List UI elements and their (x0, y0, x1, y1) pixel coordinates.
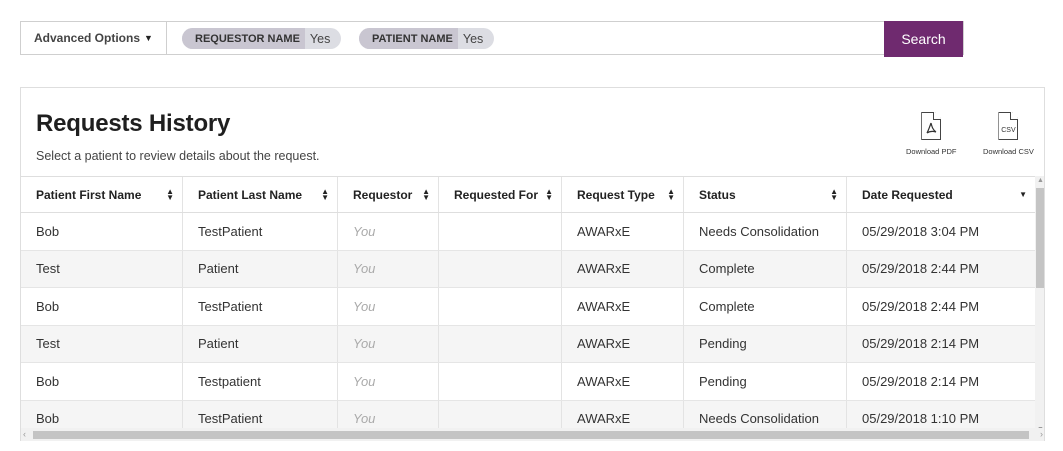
sort-icon[interactable]: ▲ ▼ (667, 187, 675, 201)
sort-icon[interactable]: ▲ ▼ (321, 187, 329, 201)
download-pdf-button[interactable]: Download PDF (906, 112, 956, 156)
table-cell: AWARxE (562, 250, 684, 287)
table-body: Bob TestPatient You AWARxE Needs Consolidati… (21, 213, 1035, 438)
chip-key: REQUESTOR NAME (182, 28, 305, 49)
table-cell: Complete (684, 250, 847, 287)
table-row[interactable]: Test Patient You AWARxE Complete 05/29/2018 2… (21, 250, 1035, 288)
filter-chip-requestor-name[interactable]: REQUESTOR NAME Yes (182, 28, 342, 49)
table-header: Patient First Name ▲ ▼ Patient Last Name ▲ ▼ R… (21, 176, 1035, 213)
column-header[interactable]: Date Requested ▼ (847, 177, 1035, 212)
column-header[interactable]: Request Type ▲ ▼ (562, 177, 684, 212)
chip-value: Yes (462, 31, 484, 46)
page-title: Requests History (36, 110, 231, 137)
table-cell: AWARxE (562, 363, 684, 400)
sort-icon[interactable]: ▲ ▼ (422, 187, 430, 201)
download-csv-label: Download CSV (983, 147, 1034, 156)
table-cell: You (338, 288, 439, 325)
table-cell: Test (21, 250, 183, 287)
table-cell (439, 363, 562, 400)
column-header-label: Patient First Name (36, 187, 142, 202)
column-header[interactable]: Requested For ▲ ▼ (439, 177, 562, 212)
table-cell: TestPatient (183, 288, 338, 325)
table-row[interactable]: Test Patient You AWARxE Pending 05/29/2018 2:… (21, 325, 1035, 363)
scroll-thumb[interactable] (33, 431, 1029, 439)
chip-value: Yes (309, 31, 331, 46)
caret-down-icon: ▼ (144, 33, 153, 43)
download-pdf-label: Download PDF (906, 147, 957, 156)
table-cell: AWARxE (562, 288, 684, 325)
table-row[interactable]: Bob TestPatient You AWARxE Complete 05/29/201… (21, 288, 1035, 326)
requests-history-panel: Requests History Select a patient to rev… (20, 87, 1045, 441)
table-row[interactable]: Bob Testpatient You AWARxE Pending 05/29/2018… (21, 363, 1035, 401)
column-header[interactable]: Patient First Name ▲ ▼ (21, 177, 183, 212)
table-cell: 05/29/2018 2:14 PM (862, 336, 980, 352)
table-cell: You (338, 325, 439, 362)
sort-icon[interactable]: ▲ ▼ (830, 187, 838, 201)
scroll-thumb[interactable] (1036, 188, 1044, 288)
csv-glyph: CSV (1001, 127, 1016, 134)
sort-icon[interactable]: ▼ (1019, 190, 1027, 198)
download-csv-button[interactable]: CSV Download CSV (983, 112, 1034, 156)
sort-icon[interactable]: ▲ ▼ (545, 187, 553, 201)
table-cell (439, 288, 562, 325)
column-header-label: Date Requested (862, 187, 953, 202)
requests-table: Patient First Name ▲ ▼ Patient Last Name ▲ ▼ R… (21, 176, 1035, 438)
scroll-up-icon[interactable]: ▲ (1037, 177, 1044, 184)
column-header-label: Request Type (577, 187, 655, 202)
table-cell: You (338, 213, 439, 250)
table-cell: Patient (183, 325, 338, 362)
table-cell: Needs Consolidation (684, 213, 847, 250)
table-cell: Patient (183, 250, 338, 287)
search-button[interactable]: Search (884, 21, 963, 57)
table-cell: Bob (21, 288, 183, 325)
column-header[interactable]: Patient Last Name ▲ ▼ (183, 177, 338, 212)
advanced-options-dropdown[interactable]: Advanced Options ▼ (21, 22, 167, 54)
filter-chip-patient-name[interactable]: PATIENT NAME Yes (359, 28, 495, 49)
search-bar[interactable]: Advanced Options ▼ REQUESTOR NAME Yes PA… (20, 21, 964, 55)
table-row[interactable]: Bob TestPatient You AWARxE Needs Consolidati… (21, 213, 1035, 251)
column-header[interactable]: Requestor ▲ ▼ (338, 177, 439, 212)
advanced-options-label: Advanced Options (34, 31, 141, 45)
table-cell: Bob (21, 213, 183, 250)
table-cell: TestPatient (183, 213, 338, 250)
table-cell: AWARxE (562, 213, 684, 250)
table-cell: Complete (684, 288, 847, 325)
table-cell (439, 250, 562, 287)
table-cell (439, 325, 562, 362)
column-header-label: Requested For (454, 187, 539, 202)
table-cell: Pending (684, 325, 847, 362)
table-cell: You (338, 250, 439, 287)
page-subtitle: Select a patient to review details about… (36, 149, 320, 163)
table-cell: 05/29/2018 2:44 PM (862, 261, 980, 277)
scroll-right-icon[interactable]: › (1040, 429, 1043, 439)
table-cell: Testpatient (183, 363, 338, 400)
table-cell: Pending (684, 363, 847, 400)
table-cell: 05/29/2018 2:44 PM (862, 298, 980, 314)
scroll-left-icon[interactable]: ‹ (23, 429, 26, 439)
table-cell: AWARxE (562, 325, 684, 362)
table-cell: Bob (21, 363, 183, 400)
table-cell: 05/29/2018 3:04 PM (862, 223, 980, 239)
chip-key: PATIENT NAME (359, 28, 458, 49)
column-header-label: Status (699, 187, 736, 202)
table-cell (439, 213, 562, 250)
sort-icon[interactable]: ▲ ▼ (166, 187, 174, 201)
pdf-file-icon (921, 112, 942, 140)
table-cell: 05/29/2018 2:14 PM (862, 373, 980, 389)
column-header-label: Patient Last Name (198, 187, 303, 202)
csv-file-icon: CSV (998, 112, 1019, 140)
table-cell: Test (21, 325, 183, 362)
vertical-scrollbar[interactable]: ▲ ▼ (1035, 176, 1044, 434)
column-header-label: Requestor (353, 187, 413, 202)
table-cell: You (338, 363, 439, 400)
horizontal-scrollbar[interactable]: ‹ › (21, 428, 1044, 441)
column-header[interactable]: Status ▲ ▼ (684, 177, 847, 212)
